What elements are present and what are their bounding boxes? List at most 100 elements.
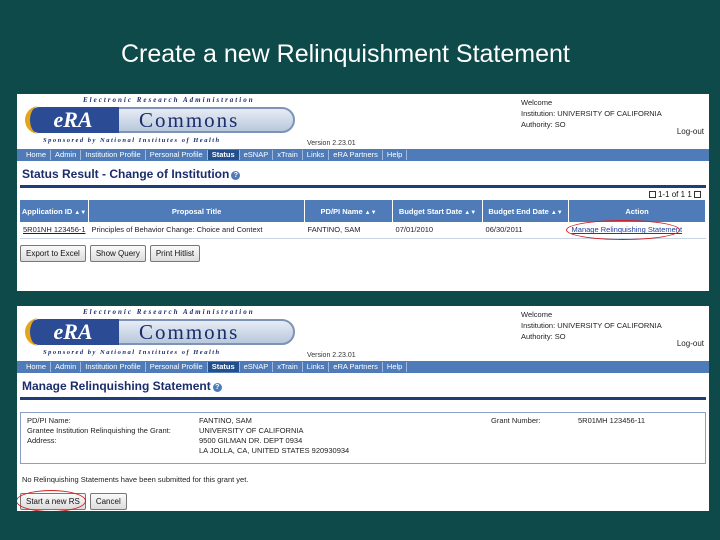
nav-admin[interactable]: Admin — [51, 150, 82, 160]
main-nav: Home Admin Institution Profile Personal … — [17, 149, 709, 161]
manage-relinquishing-statement-link[interactable]: Manage Relinquishing Statement — [565, 220, 682, 241]
logout-link[interactable]: Log-out — [677, 127, 704, 136]
institution-text: Institution: UNIVERSITY OF CALIFORNIA — [521, 109, 662, 118]
logo-tagline-top: Electronic Research Administration — [83, 308, 255, 316]
nav-xtrain[interactable]: xTrain — [273, 362, 303, 372]
nav-help[interactable]: Help — [383, 362, 408, 372]
action-cell: Manage Relinquishing Statement — [565, 220, 706, 241]
version-label: Version 2.23.01 — [307, 352, 356, 359]
export-excel-button[interactable]: Export to Excel — [20, 244, 86, 262]
print-hitlist-button[interactable]: Print Hitlist — [149, 244, 201, 262]
table-row: 5R01NH 123456-1 Principles of Behavior C… — [20, 220, 706, 241]
nav-links[interactable]: Links — [303, 150, 330, 160]
show-query-button[interactable]: Show Query — [89, 244, 146, 262]
nav-status[interactable]: Status — [207, 150, 240, 160]
proposal-title-cell: Principles of Behavior Change: Choice an… — [88, 222, 305, 239]
authority-text: Authority: SO — [521, 332, 566, 341]
grant-number-value: 5R01MH 123456-11 — [578, 416, 645, 425]
logo-swoosh — [25, 318, 47, 346]
logo-commons-text: Commons — [139, 320, 240, 344]
pd-pi-label: PD/PI Name: — [27, 416, 71, 425]
budget-start-cell: 07/01/2010 — [392, 222, 483, 239]
nav-esnap[interactable]: eSNAP — [240, 150, 274, 160]
logo-tagline-top: Electronic Research Administration — [83, 96, 255, 104]
grant-number-label: Grant Number: — [491, 416, 541, 425]
pager-text: 1-1 of 1 — [657, 190, 686, 199]
nav-home[interactable]: Home — [22, 362, 52, 372]
era-header: Electronic Research Administration eRA C… — [17, 94, 709, 149]
next-page-icon[interactable] — [694, 191, 701, 198]
welcome-text: Welcome — [521, 98, 553, 107]
user-info: Welcome Institution: UNIVERSITY OF CALIF… — [521, 97, 662, 130]
welcome-text: Welcome — [521, 310, 553, 319]
no-statements-notice: No Relinquishing Statements have been su… — [22, 475, 249, 484]
logo-tagline-bottom: Sponsored by National Institutes of Heal… — [43, 137, 221, 144]
page-title-text: Status Result - Change of Institution — [22, 167, 230, 181]
logo-swoosh — [25, 106, 47, 134]
era-commons-logo: Electronic Research Administration eRA C… — [17, 94, 299, 149]
red-highlight-circle — [17, 490, 86, 511]
address-line-1: 9500 GILMAN DR. DEPT 0934 — [199, 436, 303, 445]
col-action: Action — [568, 200, 706, 222]
logo-commons-text: Commons — [139, 108, 240, 132]
col-application-id[interactable]: Application ID ▲▼ — [20, 200, 90, 222]
nav-era-partners[interactable]: eRA Partners — [329, 150, 383, 160]
start-new-rs-button[interactable]: Start a new RS — [17, 490, 86, 511]
nav-admin[interactable]: Admin — [51, 362, 82, 372]
institution-text: Institution: UNIVERSITY OF CALIFORNIA — [521, 321, 662, 330]
cancel-button[interactable]: Cancel — [89, 493, 127, 510]
first-page-icon[interactable] — [648, 191, 656, 198]
logo-tagline-bottom: Sponsored by National Institutes of Heal… — [43, 349, 221, 356]
budget-end-cell: 06/30/2011 — [482, 222, 569, 239]
nav-home[interactable]: Home — [22, 150, 52, 160]
authority-text: Authority: SO — [521, 120, 566, 129]
divider — [20, 397, 706, 400]
nav-links[interactable]: Links — [303, 362, 330, 372]
main-nav: Home Admin Institution Profile Personal … — [17, 361, 709, 373]
manage-rs-screenshot: Electronic Research Administration eRA C… — [17, 306, 709, 511]
nav-status[interactable]: Status — [207, 362, 240, 372]
help-icon[interactable]: ? — [212, 383, 222, 392]
col-budget-end[interactable]: Budget End Date ▲▼ — [482, 200, 570, 222]
nav-personal-profile[interactable]: Personal Profile — [146, 362, 208, 372]
slide-title: Create a new Relinquishment Statement — [121, 40, 570, 68]
address-line-2: LA JOLLA, CA, UNITED STATES 920930934 — [199, 446, 350, 455]
pager: 1-1 of 1 1 — [17, 188, 709, 200]
status-result-screenshot: Electronic Research Administration eRA C… — [17, 94, 709, 291]
era-commons-logo: Electronic Research Administration eRA C… — [17, 306, 299, 361]
pi-name-cell: FANTINO, SAM — [304, 222, 393, 239]
page-title: Manage Relinquishing Statement? — [17, 373, 709, 397]
sort-icon: ▲▼ — [550, 209, 563, 216]
grantee-value: UNIVERSITY OF CALIFORNIA — [199, 426, 304, 435]
nav-institution-profile[interactable]: Institution Profile — [81, 150, 146, 160]
address-label: Address: — [27, 436, 57, 445]
logout-link[interactable]: Log-out — [677, 339, 704, 348]
application-id-link[interactable]: 5R01NH 123456-1 — [20, 222, 89, 239]
nav-personal-profile[interactable]: Personal Profile — [146, 150, 208, 160]
grantee-label: Grantee Institution Relinquishing the Gr… — [27, 426, 171, 435]
results-table: Application ID ▲▼ Proposal Title PD/PI Na… — [20, 200, 706, 241]
nav-era-partners[interactable]: eRA Partners — [329, 362, 383, 372]
red-highlight-circle — [565, 220, 680, 241]
nav-institution-profile[interactable]: Institution Profile — [81, 362, 146, 372]
page-title-text: Manage Relinquishing Statement — [22, 379, 211, 393]
form-actions: Start a new RS Cancel — [17, 490, 709, 511]
nav-help[interactable]: Help — [383, 150, 408, 160]
sort-icon: ▲▼ — [464, 209, 477, 216]
col-pdpi-name[interactable]: PD/PI Name ▲▼ — [304, 200, 394, 222]
table-actions: Export to Excel Show Query Print Hitlist — [17, 242, 709, 265]
page-title: Status Result - Change of Institution? — [17, 161, 709, 185]
nav-esnap[interactable]: eSNAP — [240, 362, 274, 372]
sort-icon: ▲▼ — [74, 209, 87, 216]
version-label: Version 2.23.01 — [307, 140, 356, 147]
col-budget-start[interactable]: Budget Start Date ▲▼ — [392, 200, 484, 222]
user-info: Welcome Institution: UNIVERSITY OF CALIF… — [521, 309, 662, 342]
col-proposal-title: Proposal Title — [88, 200, 306, 222]
era-header: Electronic Research Administration eRA C… — [17, 306, 709, 361]
pd-pi-value: FANTINO, SAM — [199, 416, 252, 425]
sort-icon: ▲▼ — [364, 209, 377, 216]
help-icon[interactable]: ? — [231, 171, 241, 180]
pager-page: 1 — [687, 190, 692, 199]
nav-xtrain[interactable]: xTrain — [273, 150, 303, 160]
grant-info-box: PD/PI Name: FANTINO, SAM Grant Number: 5… — [20, 412, 706, 464]
